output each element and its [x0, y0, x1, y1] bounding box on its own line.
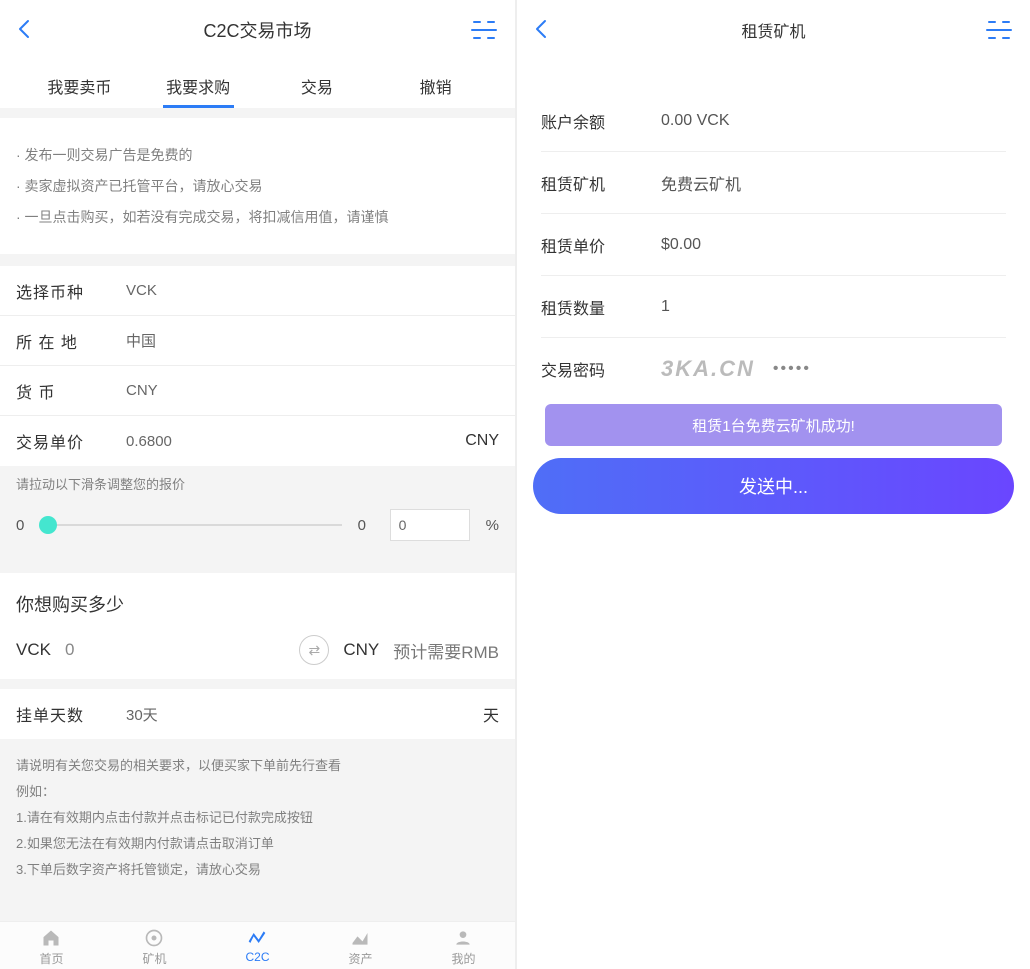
label-balance: 账户余额	[541, 109, 661, 133]
row-days: 挂单天数 30天 天	[0, 689, 515, 739]
row-balance: 账户余额 0.00 VCK	[541, 90, 1006, 152]
nav-label: 我的	[451, 950, 475, 967]
label-price: 交易单价	[16, 429, 126, 453]
rent-form: 账户余额 0.00 VCK 租赁矿机 免费云矿机 租赁单价 $0.00 租赁数量…	[517, 60, 1030, 400]
nav-label: 矿机	[142, 950, 166, 967]
person-icon	[452, 928, 474, 948]
value-qty[interactable]: 1	[661, 298, 670, 316]
notice-line: · 一旦点击购买，如若没有完成交易，将扣减信用值，请谨慎	[16, 202, 499, 233]
success-toast: 租赁1台免费云矿机成功!	[545, 404, 1002, 446]
explain-line: 请说明有关您交易的相关要求，以便买家下单前先行查看	[16, 753, 499, 779]
value-balance: 0.00 VCK	[661, 112, 729, 130]
row-price: 交易单价 0.6800 CNY	[0, 416, 515, 466]
nav-label: 首页	[39, 950, 63, 967]
row-unitprice: 租赁单价 $0.00	[541, 214, 1006, 276]
explain-line: 1.请在有效期内点击付款并点击标记已付款完成按钮	[16, 805, 499, 831]
nav-assets[interactable]: 资产	[348, 928, 372, 967]
slider-min: 0	[16, 517, 32, 534]
explain-block: 请说明有关您交易的相关要求，以便买家下单前先行查看 例如： 1.请在有效期内点击…	[0, 739, 515, 891]
slider-area: 请拉动以下滑条调整您的报价 0 0 %	[0, 466, 515, 563]
nav-label: 资产	[348, 950, 372, 967]
label-qty: 租赁数量	[541, 295, 661, 319]
value-days[interactable]: 30天	[126, 704, 483, 725]
slider-track[interactable]	[48, 524, 342, 526]
password-dots: •••••	[773, 360, 811, 378]
buy-coin: VCK	[16, 640, 51, 660]
row-password: 交易密码 3KA.CN •••••	[541, 338, 1006, 400]
days-block: 挂单天数 30天 天	[0, 689, 515, 739]
slider-thumb[interactable]	[39, 516, 57, 534]
header-left: C2C交易市场	[0, 0, 515, 60]
slider-input[interactable]	[390, 509, 470, 541]
unit-price: CNY	[465, 432, 499, 450]
label-unitprice: 租赁单价	[541, 233, 661, 257]
row-machine: 租赁矿机 免费云矿机	[541, 152, 1006, 214]
slider-max: 0	[358, 517, 374, 534]
nav-c2c[interactable]: C2C	[245, 928, 269, 967]
tab-buy[interactable]: 我要求购	[139, 60, 258, 108]
bottom-nav: 首页 矿机 C2C 资产 我的	[0, 921, 515, 969]
buy-rmb-label: 预计需要RMB	[393, 638, 499, 663]
explain-line: 2.如果您无法在有效期内付款请点击取消订单	[16, 831, 499, 857]
back-icon[interactable]	[535, 17, 557, 43]
c2c-screen: C2C交易市场 我要卖币 我要求购 交易 撤销 · 发布一则交易广告是免费的 ·…	[0, 0, 515, 969]
notice-line: · 卖家虚拟资产已托管平台，请放心交易	[16, 171, 499, 202]
buy-coin-amount[interactable]: 0	[65, 640, 285, 660]
home-icon	[40, 928, 62, 948]
percent-icon: %	[486, 517, 499, 534]
back-icon[interactable]	[18, 17, 40, 43]
nav-me[interactable]: 我的	[451, 928, 475, 967]
buy-row: VCK 0 ⇄ CNY 预计需要RMB	[0, 625, 515, 679]
trade-form: 选择币种 VCK 所 在 地 中国 货 币 CNY 交易单价 0.6800 CN…	[0, 266, 515, 466]
tab-sell[interactable]: 我要卖币	[20, 60, 139, 108]
label-coin: 选择币种	[16, 279, 126, 303]
value-currency[interactable]: CNY	[126, 382, 499, 399]
value-coin[interactable]: VCK	[126, 282, 499, 299]
value-machine[interactable]: 免费云矿机	[661, 171, 741, 195]
label-machine: 租赁矿机	[541, 171, 661, 195]
row-location: 所 在 地 中国	[0, 316, 515, 366]
page-title: 租赁矿机	[741, 18, 805, 42]
slider-hint: 请拉动以下滑条调整您的报价	[16, 474, 499, 493]
assets-icon	[349, 928, 371, 948]
tab-cancel[interactable]: 撤销	[376, 60, 495, 108]
row-currency: 货 币 CNY	[0, 366, 515, 416]
explain-line: 例如：	[16, 779, 499, 805]
tab-trade[interactable]: 交易	[258, 60, 377, 108]
explain-line: 3.下单后数字资产将托管锁定，请放心交易	[16, 857, 499, 883]
buy-block: 你想购买多少 VCK 0 ⇄ CNY 预计需要RMB	[0, 573, 515, 679]
rent-screen: 租赁矿机 账户余额 0.00 VCK 租赁矿机 免费云矿机 租赁单价 $0.00…	[515, 0, 1030, 969]
swap-icon[interactable]: ⇄	[299, 635, 329, 665]
header-right: 租赁矿机	[517, 0, 1030, 60]
value-password[interactable]: 3KA.CN •••••	[661, 356, 811, 382]
label-currency: 货 币	[16, 379, 126, 403]
buy-title: 你想购买多少	[0, 573, 515, 625]
unit-days: 天	[483, 702, 499, 726]
row-qty: 租赁数量 1	[541, 276, 1006, 338]
value-location[interactable]: 中国	[126, 330, 499, 351]
scan-icon[interactable]	[471, 19, 497, 41]
buy-cny-label: CNY	[343, 640, 379, 660]
nav-home[interactable]: 首页	[39, 928, 63, 967]
value-price[interactable]: 0.6800	[126, 433, 465, 450]
page-title: C2C交易市场	[203, 17, 311, 43]
scan-icon[interactable]	[986, 19, 1012, 41]
nav-miner[interactable]: 矿机	[142, 928, 166, 967]
row-coin: 选择币种 VCK	[0, 266, 515, 316]
watermark: 3KA.CN	[661, 356, 755, 382]
submit-button[interactable]: 发送中...	[533, 458, 1014, 514]
c2c-icon	[246, 928, 268, 948]
label-days: 挂单天数	[16, 702, 126, 726]
miner-icon	[143, 928, 165, 948]
value-unitprice: $0.00	[661, 236, 701, 254]
label-location: 所 在 地	[16, 329, 126, 353]
nav-label: C2C	[245, 950, 269, 964]
notice-line: · 发布一则交易广告是免费的	[16, 140, 499, 171]
notice-block: · 发布一则交易广告是免费的 · 卖家虚拟资产已托管平台，请放心交易 · 一旦点…	[0, 118, 515, 254]
tabs: 我要卖币 我要求购 交易 撤销	[0, 60, 515, 108]
label-password: 交易密码	[541, 357, 661, 381]
